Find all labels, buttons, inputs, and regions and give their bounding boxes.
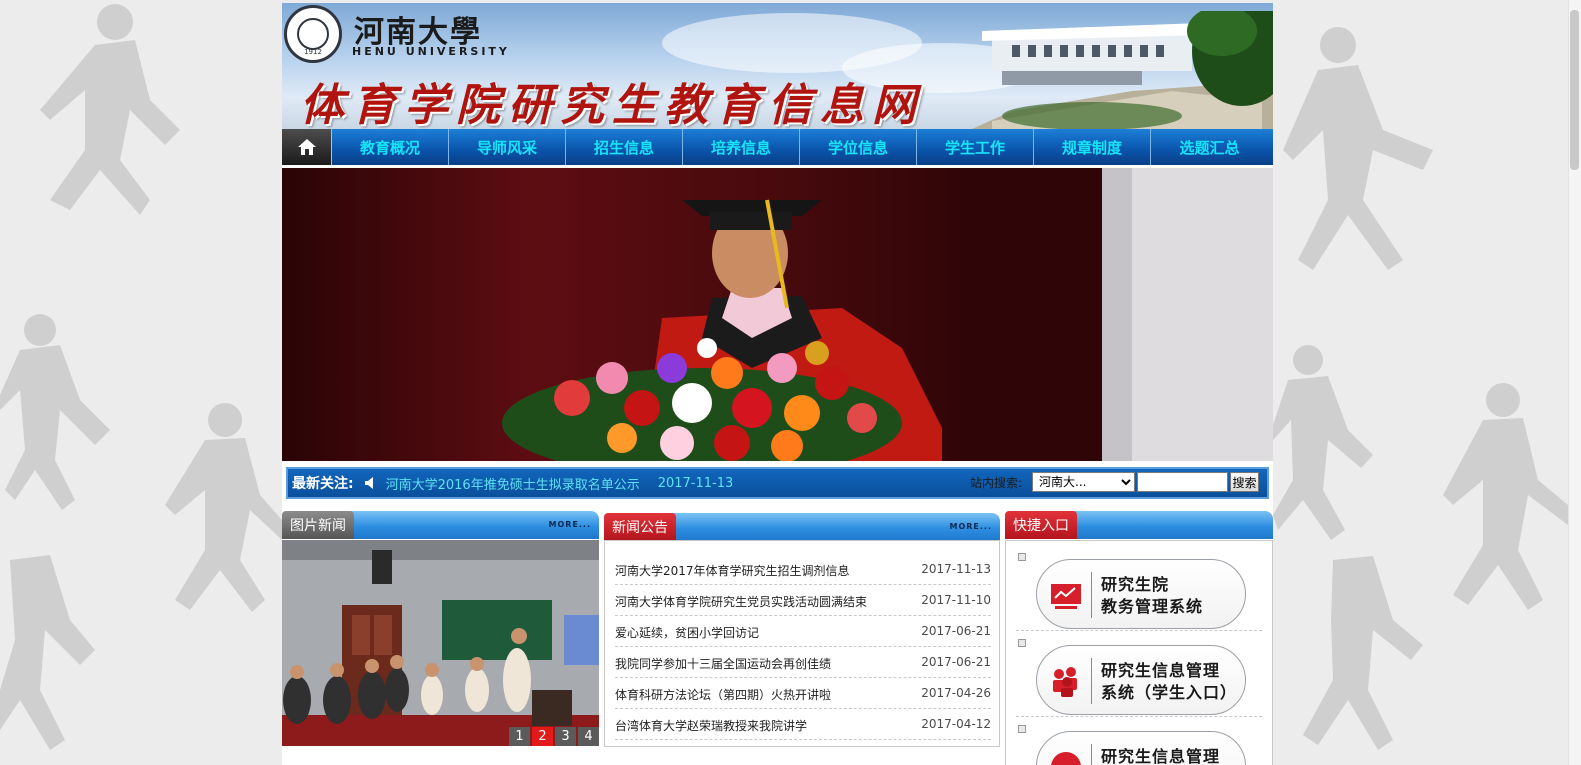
pill-divider	[1091, 572, 1092, 618]
bullet-icon	[1018, 553, 1026, 561]
classroom-photo	[282, 540, 599, 746]
news-item-title[interactable]: 我院同学参加十三届全国运动会再创佳绩	[615, 655, 831, 672]
circle-icon	[1051, 752, 1081, 765]
news-item[interactable]: 我院同学参加十三届全国运动会再创佳绩 2017-06-21	[615, 648, 991, 678]
nav-item-regulations[interactable]: 规章制度	[1034, 129, 1151, 165]
news-item-title[interactable]: 爱心延续，贫困小学回访记	[615, 624, 759, 641]
news-item-title[interactable]: 河南大学2017年体育学研究生招生调剂信息	[615, 562, 850, 579]
news-item[interactable]: 台湾体育大学赵荣瑞教授来我院讲学 2017-04-12	[615, 710, 991, 740]
runner-silhouettes-right	[1273, 27, 1568, 750]
news-item-date: 2017-06-21	[921, 655, 991, 669]
nav-home-button[interactable]	[282, 129, 332, 165]
slideshow-page-1[interactable]: 1	[509, 727, 530, 746]
hero-banner-image[interactable]	[282, 168, 1273, 461]
news-list: 河南大学2017年体育学研究生招生调剂信息 2017-11-13 河南大学体育学…	[604, 540, 1000, 747]
left-background-decoration	[0, 0, 282, 765]
news-item-date: 2017-04-12	[921, 717, 991, 731]
university-name-en: HENU UNIVERSITY	[352, 45, 510, 58]
student-info-system-link[interactable]: 研究生信息管理 系统（学生入口）	[1036, 645, 1246, 715]
chart-board-icon	[1051, 584, 1081, 609]
quick-entry-label: 研究生院 教务管理系统	[1101, 574, 1203, 618]
search-button[interactable]: 搜索	[1230, 472, 1259, 492]
bullet-icon	[1018, 725, 1026, 733]
student-info-system-link-2[interactable]: 研究生信息管理	[1036, 731, 1246, 765]
news-item-date: 2017-11-10	[921, 593, 991, 607]
site-search-label: 站内搜索:	[970, 476, 1023, 490]
university-seal-logo: 1912	[284, 5, 342, 63]
pill-divider	[1091, 658, 1092, 704]
nav-item-admissions[interactable]: 招生信息	[566, 129, 683, 165]
runner-silhouettes-left	[0, 4, 282, 750]
news-item[interactable]: 河南大学体育学院研究生党员实践活动圆满结束 2017-11-10	[615, 586, 991, 616]
quick-entry-line1: 研究生信息管理	[1101, 661, 1221, 680]
news-item-title[interactable]: 体育科研方法论坛（第四期）火热开讲啦	[615, 686, 831, 703]
quick-entry-line2: 系统（学生入口）	[1101, 683, 1238, 702]
quick-entry-line2: 教务管理系统	[1101, 597, 1204, 616]
news-item[interactable]: 河南大学2017年体育学研究生招生调剂信息 2017-11-13	[615, 555, 991, 585]
users-icon	[1053, 667, 1077, 697]
news-header: 新闻公告 MORE...	[604, 513, 1000, 541]
home-icon	[297, 139, 316, 155]
photo-news-more-link[interactable]: MORE...	[548, 520, 591, 529]
latest-notice-label: 最新关注:	[292, 476, 354, 492]
quick-entry-line1: 研究生院	[1101, 575, 1170, 594]
latest-notice-link[interactable]: 河南大学2016年推免硕士生拟录取名单公示	[386, 474, 640, 493]
speaker-icon	[364, 477, 373, 489]
quick-entry-item: 研究生信息管理 系统（学生入口）	[1016, 631, 1262, 717]
pill-divider	[1091, 744, 1092, 765]
slideshow-page-4[interactable]: 4	[578, 727, 599, 746]
slideshow-page-3[interactable]: 3	[555, 727, 576, 746]
graduation-speech-photo	[282, 168, 1273, 461]
nav-item-training[interactable]: 培养信息	[683, 129, 800, 165]
page-scrollbar-thumb[interactable]	[1570, 10, 1579, 170]
quick-entry-list: 研究生院 教务管理系统 研究生信息管理 系统（学生入口） 研究生信息管理	[1005, 540, 1273, 765]
campus-building-image	[972, 11, 1273, 129]
photo-news-slideshow[interactable]: 1 2 3 4	[282, 540, 599, 746]
nav-item-student-affairs[interactable]: 学生工作	[917, 129, 1034, 165]
seal-year: 1912	[304, 48, 322, 56]
news-item-date: 2017-11-13	[921, 562, 991, 576]
news-title: 新闻公告	[604, 513, 676, 541]
news-item[interactable]: 体育科研方法论坛（第四期）火热开讲啦 2017-04-26	[615, 679, 991, 709]
site-title: 体育学院研究生教育信息网	[300, 80, 924, 129]
main-nav: 教育概况 导师风采 招生信息 培养信息 学位信息 学生工作 规章制度 选题汇总	[282, 129, 1273, 165]
news-item[interactable]: 爱心延续，贫困小学回访记 2017-06-21	[615, 617, 991, 647]
nav-item-topics[interactable]: 选题汇总	[1151, 129, 1268, 165]
page-container: 1912 河南大學 HENU UNIVERSITY 体育学院研究生教育信息网 教…	[282, 3, 1273, 765]
quick-entry-label: 研究生信息管理 系统（学生入口）	[1101, 660, 1237, 704]
news-item-title[interactable]: 河南大学体育学院研究生党员实践活动圆满结束	[615, 593, 867, 610]
slideshow-pager: 1 2 3 4	[507, 727, 599, 746]
slideshow-page-2[interactable]: 2	[532, 727, 553, 746]
quick-entry-line1: 研究生信息管理	[1101, 747, 1221, 765]
nav-item-education-overview[interactable]: 教育概况	[332, 129, 449, 165]
news-item-title[interactable]: 台湾体育大学赵荣瑞教授来我院讲学	[615, 717, 807, 734]
photo-news-header: 图片新闻 MORE...	[282, 511, 599, 539]
graduate-academic-system-link[interactable]: 研究生院 教务管理系统	[1036, 559, 1246, 629]
bullet-icon	[1018, 639, 1026, 647]
quick-entry-title: 快捷入口	[1005, 511, 1077, 539]
nav-item-degree[interactable]: 学位信息	[800, 129, 917, 165]
news-more-link[interactable]: MORE...	[949, 522, 992, 531]
news-item-date: 2017-06-21	[921, 624, 991, 638]
nav-item-supervisors[interactable]: 导师风采	[449, 129, 566, 165]
search-scope-select[interactable]: 河南大...	[1032, 472, 1135, 492]
news-item-date: 2017-04-26	[921, 686, 991, 700]
site-header: 1912 河南大學 HENU UNIVERSITY 体育学院研究生教育信息网	[282, 3, 1273, 129]
quick-entry-item: 研究生院 教务管理系统	[1016, 545, 1262, 631]
search-input[interactable]	[1137, 472, 1228, 492]
quick-entry-label: 研究生信息管理	[1101, 746, 1220, 765]
right-background-decoration	[1273, 0, 1568, 765]
latest-notice-bar: 最新关注: 河南大学2016年推免硕士生拟录取名单公示 2017-11-13 站…	[286, 467, 1269, 499]
latest-notice-date: 2017-11-13	[657, 475, 734, 491]
quick-entry-header: 快捷入口	[1005, 511, 1273, 539]
quick-entry-item: 研究生信息管理	[1016, 717, 1262, 765]
photo-news-title: 图片新闻	[282, 511, 354, 539]
